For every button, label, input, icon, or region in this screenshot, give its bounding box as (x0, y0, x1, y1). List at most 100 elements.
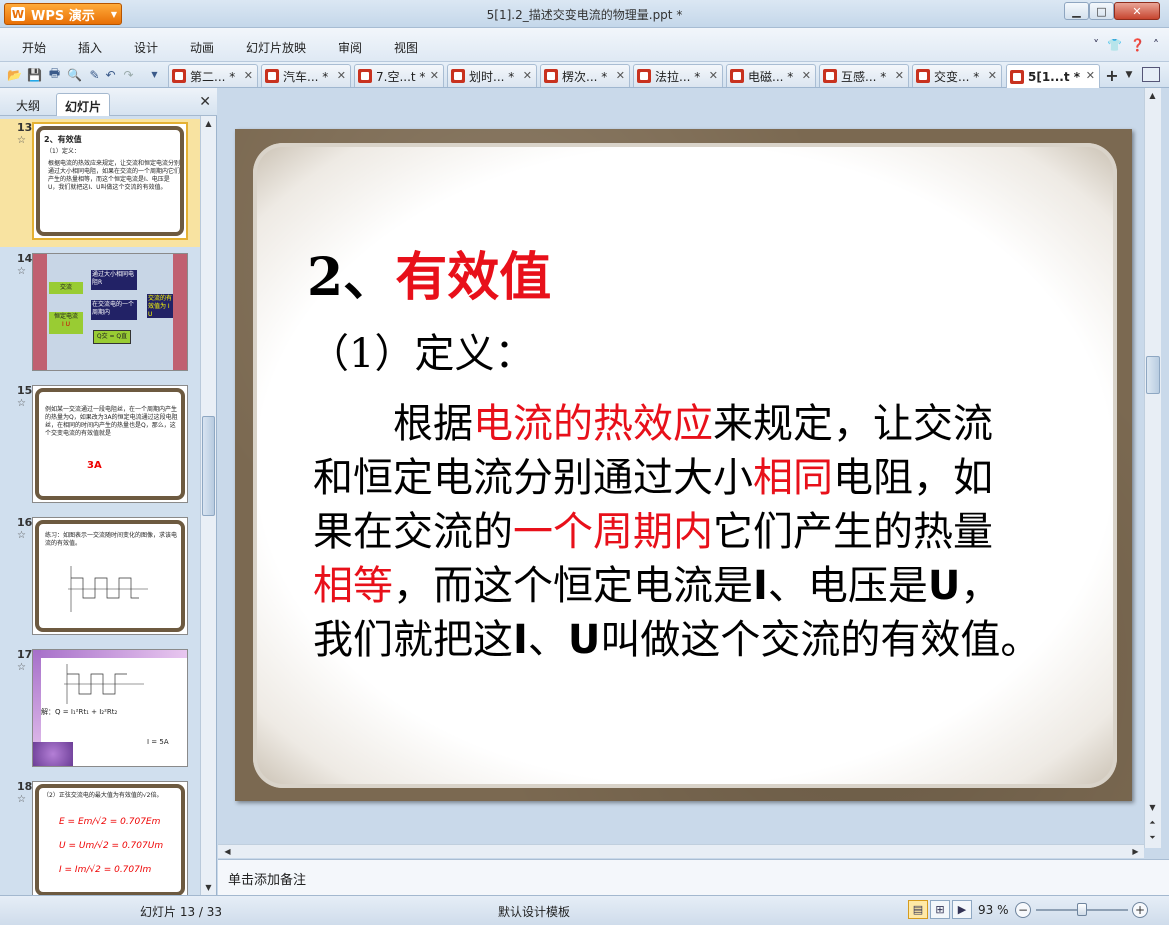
close-tab-icon[interactable]: ✕ (523, 69, 532, 82)
slide-heading[interactable]: 2、有效值 (307, 235, 551, 310)
doc-tab-label: 第二... * (190, 69, 236, 84)
next-slide-icon[interactable]: ⏷ (1145, 830, 1160, 845)
slide-canvas[interactable]: 2、有效值 （1）定义： 根据电流的热效应来规定，让交流 和恒定电流分别通过大小相… (235, 129, 1132, 801)
menu-home[interactable]: 开始 (22, 39, 46, 56)
close-tab-icon[interactable]: ✕ (430, 69, 439, 82)
slide-number: 18 (17, 780, 33, 793)
thumbnail-slide-17[interactable]: 17 ☆ 解：Q = I₁²Rt₁ + I₂²Rt₂ I = 5A (0, 646, 200, 774)
menu-animation[interactable]: 动画 (190, 39, 214, 56)
doc-tab[interactable]: 电磁... * ✕ (726, 64, 816, 87)
notes-pane[interactable]: 单击添加备注 (218, 859, 1169, 895)
slides-panel: 大纲 幻灯片 ✕ 13 ☆ 2、有效值 （1）定义： 根据电流的热效应来规定，让… (0, 88, 217, 895)
thumbnail-scrollbar[interactable]: ▲ ▼ (200, 116, 216, 895)
doc-tab[interactable]: 第二... * ✕ (168, 64, 258, 87)
help-icon[interactable]: ❓ (1130, 38, 1145, 52)
ribbon-toggle-icon[interactable]: ˄ (1153, 38, 1159, 52)
doc-tab[interactable]: 划时... * ✕ (447, 64, 537, 87)
doc-tab[interactable]: 交变... * ✕ (912, 64, 1002, 87)
animation-star-icon: ☆ (17, 135, 26, 146)
doc-tab-active[interactable]: 5[1...t * ✕ (1006, 64, 1100, 88)
scroll-down-icon[interactable]: ▼ (1145, 800, 1160, 815)
doc-tab-label: 电磁... * (748, 69, 794, 84)
editor-vertical-scrollbar[interactable]: ▲ ▼ ⏶ ⏷ (1144, 88, 1161, 848)
tab-slides[interactable]: 幻灯片 (56, 93, 111, 116)
doc-tab-label: 划时... * (469, 69, 515, 84)
undo-icon[interactable]: ↶ (102, 66, 119, 83)
close-tab-icon[interactable]: ✕ (337, 69, 346, 82)
body-line: 果在交流的一个周期内它们产生的热量 (313, 505, 1132, 559)
normal-view-icon[interactable]: ▤ (908, 900, 928, 919)
thumbnail-image: （2）正弦交流电的最大值为有效值的√2倍。 E = Em/√2 = 0.707E… (32, 781, 188, 895)
doc-tab[interactable]: 汽车... * ✕ (261, 64, 351, 87)
close-tab-icon[interactable]: ✕ (802, 69, 811, 82)
doc-tab[interactable]: 互感... * ✕ (819, 64, 909, 87)
thumbnail-slide-15[interactable]: 15 ☆ 例如某一交流通过一段电阻丝，在一个周期内产生的热量为Q，如果改为3A的… (0, 382, 200, 510)
heading-number: 2、 (307, 247, 396, 308)
doc-tab[interactable]: 法拉... * ✕ (633, 64, 723, 87)
menu-review[interactable]: 审阅 (338, 39, 362, 56)
menu-insert[interactable]: 插入 (78, 39, 102, 56)
redo-icon[interactable]: ↷ (120, 66, 137, 83)
zoom-level[interactable]: 93 % (978, 903, 1009, 917)
minimize-button[interactable]: ▁ (1064, 2, 1089, 20)
save-icon[interactable]: 💾 (26, 66, 43, 83)
presentation-file-icon (172, 69, 186, 83)
new-tab-plus-icon[interactable]: + (1102, 66, 1122, 85)
slideshow-play-icon[interactable]: ▶ (952, 900, 972, 919)
open-folder-icon[interactable]: 📂 (6, 66, 23, 83)
print-preview-icon[interactable]: 🔍 (66, 66, 83, 83)
tab-list-chevron-icon[interactable]: ▼ (1122, 66, 1136, 84)
close-tab-icon[interactable]: ✕ (244, 69, 253, 82)
menu-slideshow[interactable]: 幻灯片放映 (246, 39, 306, 56)
slide-subheading[interactable]: （1）定义： (309, 321, 534, 379)
presentation-file-icon (916, 69, 930, 83)
maximize-button[interactable]: □ (1089, 2, 1114, 20)
slide-sorter-icon[interactable]: ⊞ (930, 900, 950, 919)
highlight-text: 一个周期内 (513, 509, 713, 555)
scroll-left-icon[interactable]: ◀ (220, 844, 235, 859)
body-line: 和恒定电流分别通过大小相同电阻，如 (313, 451, 1132, 505)
scroll-down-icon[interactable]: ▼ (201, 880, 216, 895)
thumbnail-slide-13[interactable]: 13 ☆ 2、有效值 （1）定义： 根据电流的热效应来规定，让交流和恒定电流分别… (0, 119, 200, 247)
format-painter-icon[interactable]: ✎ (86, 66, 103, 83)
scroll-up-icon[interactable]: ▲ (1145, 88, 1160, 103)
menu-view[interactable]: 视图 (394, 39, 418, 56)
slide-number: 17 (17, 648, 33, 661)
scroll-right-icon[interactable]: ▶ (1128, 844, 1143, 859)
doc-tab-label: 楞次... * (562, 69, 608, 84)
zoom-out-icon[interactable]: − (1015, 902, 1031, 918)
close-icon[interactable]: ✕ (199, 94, 211, 110)
customize-toolbar-icon[interactable]: ▼ (146, 66, 163, 83)
thumbnail-image: 2、有效值 （1）定义： 根据电流的热效应来规定，让交流和恒定电流分别通过大小相… (32, 122, 188, 240)
slide-number: 16 (17, 516, 33, 529)
thumb-curtain-right (173, 254, 187, 370)
scroll-up-icon[interactable]: ▲ (201, 116, 216, 131)
scrollbar-thumb[interactable] (202, 416, 215, 516)
zoom-slider-knob[interactable] (1077, 903, 1087, 916)
prev-slide-icon[interactable]: ⏶ (1145, 815, 1160, 830)
thumbnail-slide-18[interactable]: 18 ☆ （2）正弦交流电的最大值为有效值的√2倍。 E = Em/√2 = 0… (0, 778, 200, 895)
window-layout-icon[interactable] (1142, 67, 1160, 82)
collapse-ribbon-icon[interactable]: ˅ (1093, 38, 1099, 52)
scrollbar-thumb[interactable] (1146, 356, 1160, 394)
close-window-button[interactable]: ✕ (1114, 2, 1160, 20)
menu-design[interactable]: 设计 (134, 39, 158, 56)
close-tab-icon[interactable]: ✕ (709, 69, 718, 82)
editor-horizontal-scrollbar[interactable]: ◀ ▶ (218, 844, 1144, 858)
zoom-in-icon[interactable]: + (1132, 902, 1148, 918)
doc-tab[interactable]: 7.空...t * ✕ (354, 64, 444, 87)
close-tab-icon[interactable]: ✕ (988, 69, 997, 82)
close-tab-icon[interactable]: ✕ (616, 69, 625, 82)
thumbnail-slide-14[interactable]: 14 ☆ 交流 恒定电流 I U 通过大小相同电阻R 在交流电的一个周期内 Q交 … (0, 250, 200, 378)
print-icon[interactable]: 🖶 (46, 66, 63, 83)
quick-toolbar: 📂 💾 🖶 🔍 ✎ ↶ ↷ ▼ 第二... * ✕ 汽车... * ✕ 7.空.… (0, 62, 1169, 88)
close-tab-icon[interactable]: ✕ (895, 69, 904, 82)
close-tab-icon[interactable]: ✕ (1086, 69, 1095, 82)
thumb-dc-iu: I U (61, 321, 71, 328)
skin-shirt-icon[interactable]: 👕 (1107, 38, 1122, 52)
thumbnail-slide-16[interactable]: 16 ☆ 练习：如图表示一交流随时间变化的图像，求该电流的有效值。 (0, 514, 200, 642)
doc-tab[interactable]: 楞次... * ✕ (540, 64, 630, 87)
slide-body-text[interactable]: 根据电流的热效应来规定，让交流 和恒定电流分别通过大小相同电阻，如 果在交流的一个周… (313, 397, 1132, 667)
thumb-body: 根据电流的热效应来规定，让交流和恒定电流分别通过大小相同电阻，如果在交流的一个周… (48, 160, 181, 191)
tab-outline[interactable]: 大纲 (8, 93, 48, 116)
